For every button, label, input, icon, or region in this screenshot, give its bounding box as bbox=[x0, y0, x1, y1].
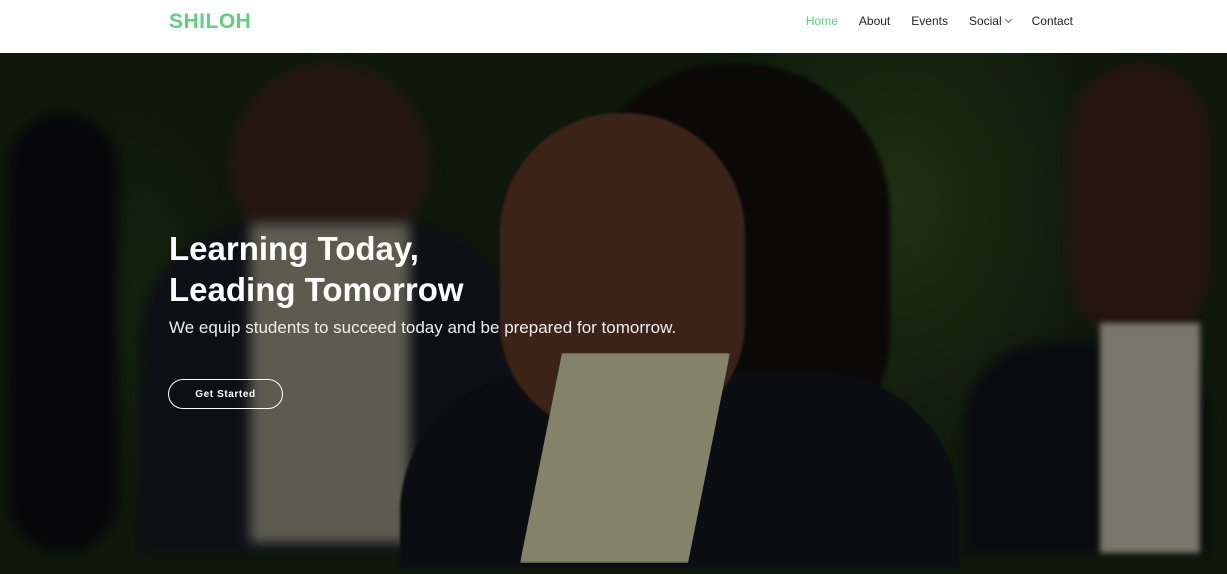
logo[interactable]: SHILOH bbox=[169, 10, 251, 34]
nav-social[interactable]: Social bbox=[968, 14, 1012, 28]
main-nav: Home About Events Social Contact bbox=[806, 14, 1073, 28]
header: SHILOH Home About Events Social Contact bbox=[0, 0, 1227, 53]
nav-home[interactable]: Home bbox=[806, 14, 838, 28]
nav-about[interactable]: About bbox=[859, 14, 890, 28]
hero-title-line2: Leading Tomorrow bbox=[169, 271, 464, 308]
hero-title: Learning Today, Leading Tomorrow bbox=[169, 228, 464, 310]
get-started-button[interactable]: Get Started bbox=[168, 379, 283, 409]
hero-title-line1: Learning Today, bbox=[169, 230, 419, 267]
hero-subtitle: We equip students to succeed today and b… bbox=[169, 318, 677, 337]
nav-social-label: Social bbox=[968, 14, 1002, 28]
hero-overlay bbox=[0, 53, 1227, 574]
hero-section: Learning Today, Leading Tomorrow We equip… bbox=[0, 53, 1227, 574]
chevron-down-icon bbox=[1004, 15, 1012, 24]
nav-contact[interactable]: Contact bbox=[1032, 14, 1073, 28]
nav-events[interactable]: Events bbox=[911, 14, 948, 28]
